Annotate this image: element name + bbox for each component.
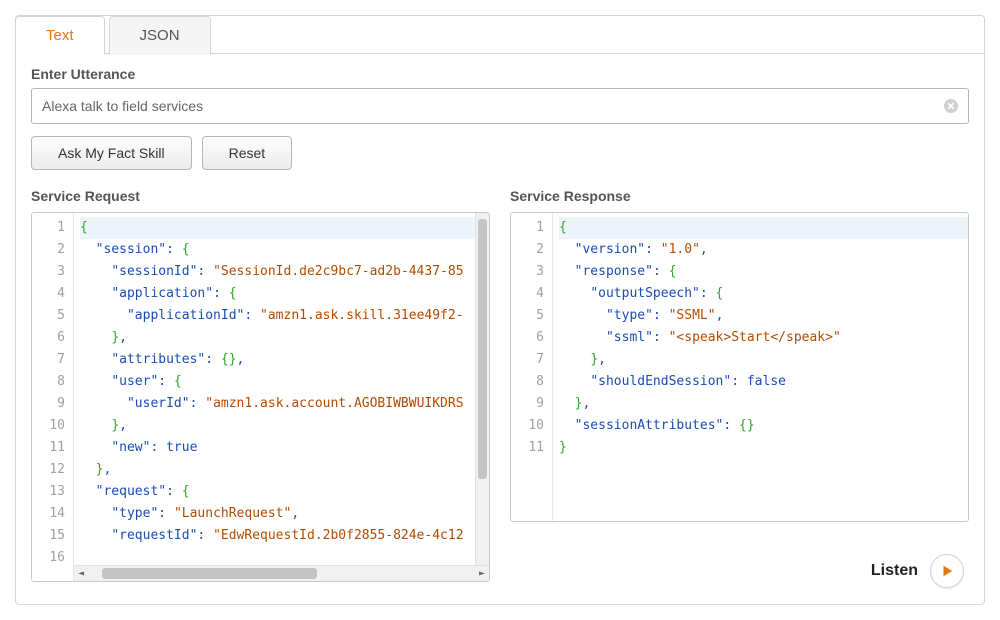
play-button[interactable] (930, 554, 964, 588)
utterance-label: Enter Utterance (31, 66, 969, 82)
listen-row: Listen (871, 554, 964, 588)
request-code[interactable]: { "session": { "sessionId": "SessionId.d… (74, 213, 475, 581)
request-header: Service Request (31, 188, 490, 204)
tab-text[interactable]: Text (15, 16, 105, 55)
request-scrollbar-vertical[interactable] (475, 213, 489, 581)
request-scroll-thumb[interactable] (478, 219, 487, 479)
tab-json[interactable]: JSON (109, 16, 211, 55)
response-gutter: 1234567891011 (511, 213, 553, 521)
ask-skill-button[interactable]: Ask My Fact Skill (31, 136, 192, 170)
request-editor[interactable]: 12345678910111213141516 { "session": { "… (31, 212, 490, 582)
request-gutter: 12345678910111213141516 (32, 213, 74, 581)
request-hscroll-thumb[interactable] (102, 568, 317, 579)
scroll-left-icon[interactable]: ◄ (74, 568, 88, 579)
utterance-input[interactable] (31, 88, 969, 124)
reset-button[interactable]: Reset (202, 136, 293, 170)
listen-label: Listen (871, 562, 918, 580)
clear-icon[interactable] (943, 98, 959, 114)
scroll-right-icon[interactable]: ► (475, 568, 489, 579)
tab-content: Enter Utterance Ask My Fact Skill Reset … (16, 53, 984, 597)
response-header: Service Response (510, 188, 969, 204)
response-editor[interactable]: 1234567891011 { "version": "1.0", "respo… (510, 212, 969, 522)
tab-bar: Text JSON (15, 15, 984, 54)
test-panel: Text JSON Enter Utterance Ask My Fact Sk… (15, 15, 985, 605)
request-scrollbar-horizontal[interactable]: ◄ ► (74, 565, 489, 581)
response-code[interactable]: { "version": "1.0", "response": { "outpu… (553, 213, 968, 521)
